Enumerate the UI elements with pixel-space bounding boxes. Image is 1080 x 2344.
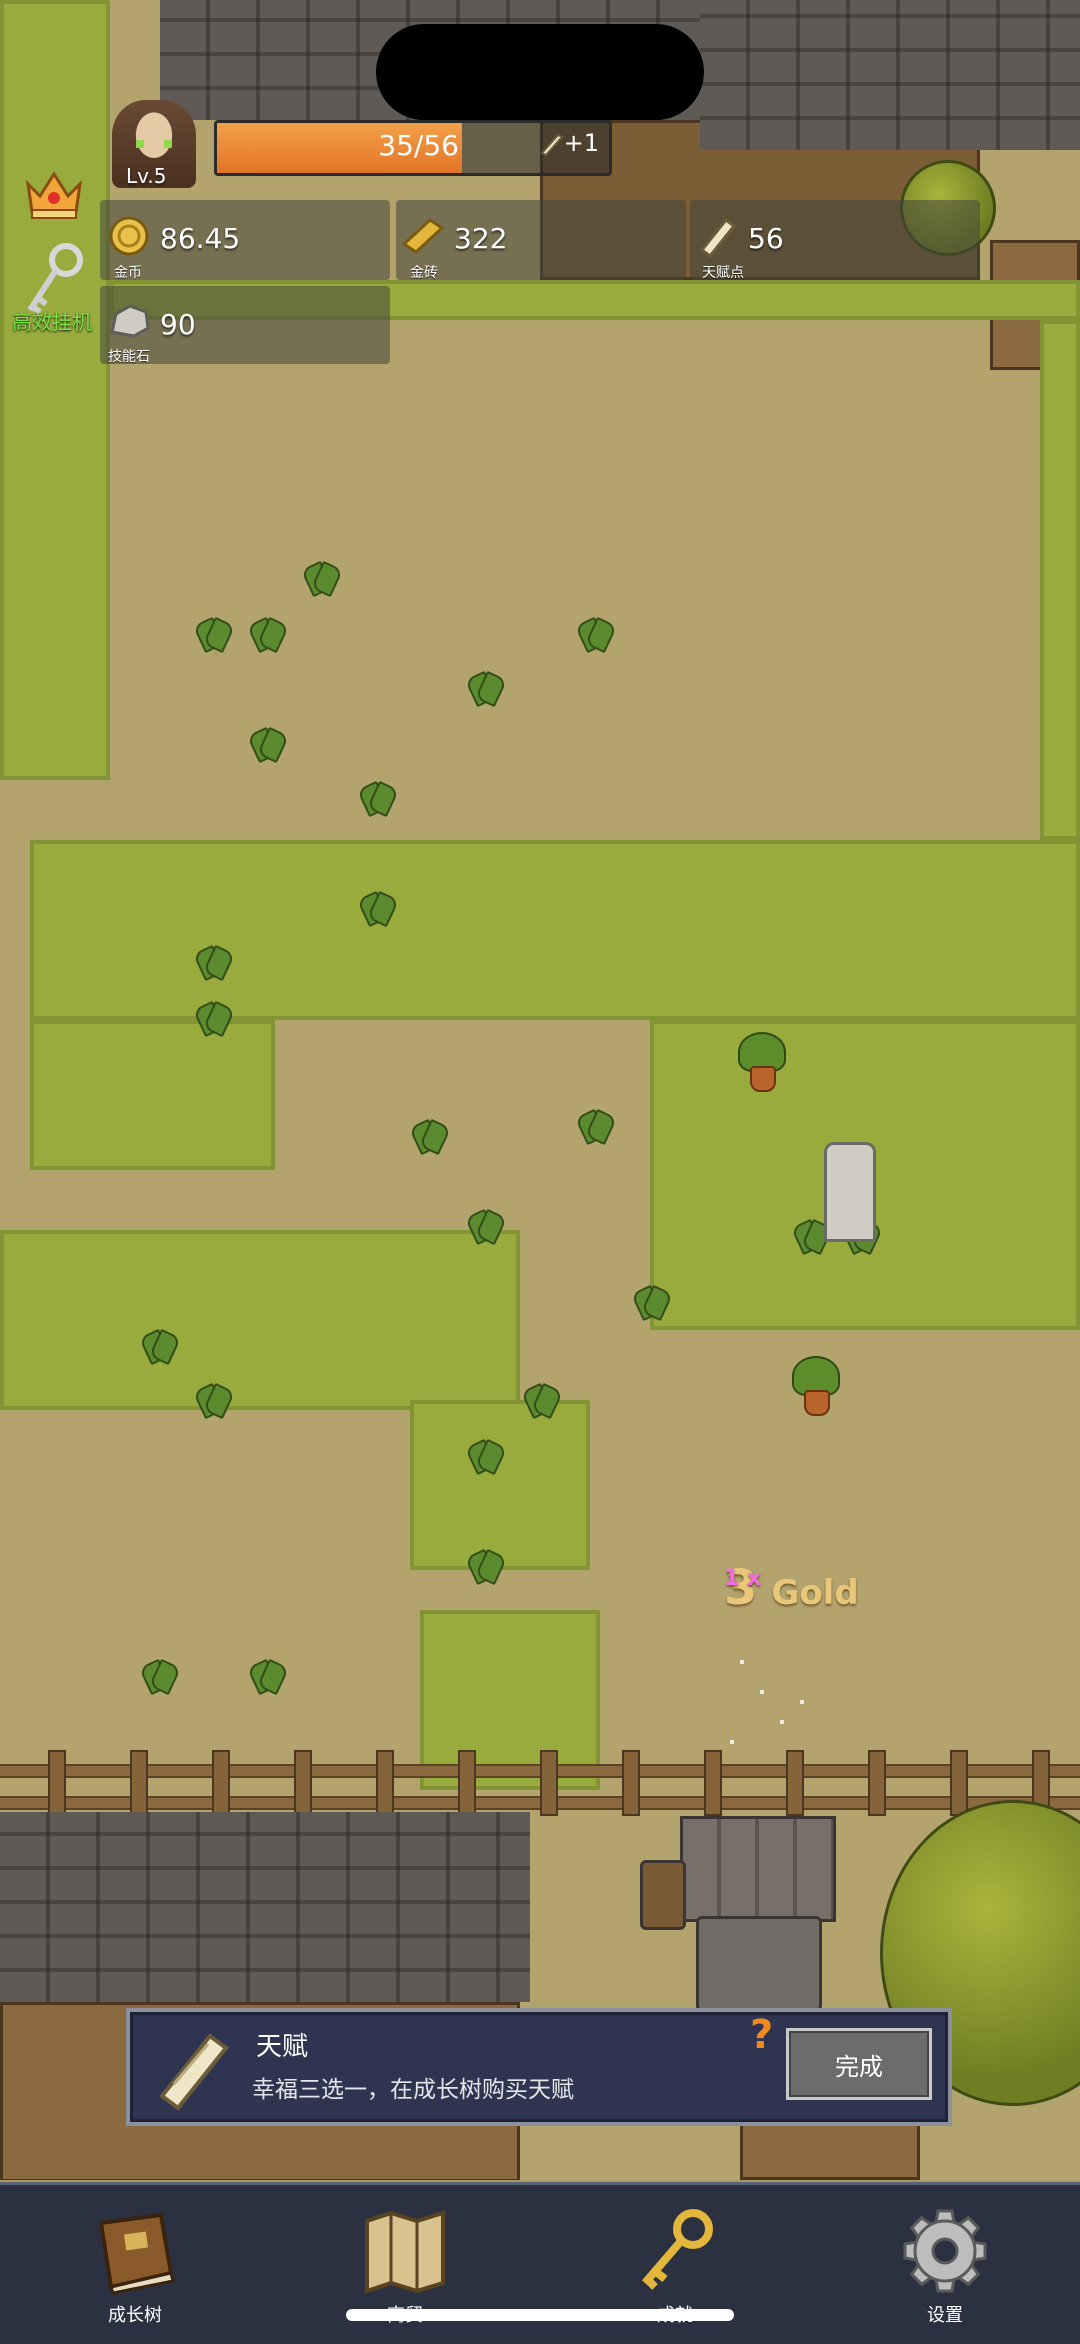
gold-unit: Gold <box>771 1573 859 1613</box>
gold-multiplier: 1 x <box>724 1566 762 1591</box>
sparkle <box>740 1660 744 1664</box>
sparkle <box>780 1720 784 1724</box>
crop-ripe[interactable] <box>784 1356 844 1416</box>
stamina-bonus: +1 <box>538 129 599 157</box>
bottom-left-roof <box>0 1812 530 2002</box>
home-indicator[interactable] <box>346 2309 734 2321</box>
gold-bar-icon <box>401 218 445 254</box>
fence-post <box>868 1750 886 1816</box>
gold-bar-caption: 金砖 <box>410 265 438 281</box>
book-icon <box>98 2212 175 2295</box>
resource-gold-coin[interactable]: 86.45 金币 <box>100 200 390 281</box>
grass-lower-left <box>0 1230 520 1410</box>
quest-title: 天赋 <box>256 2032 309 2062</box>
well[interactable] <box>696 1916 822 2012</box>
fence-post <box>540 1750 558 1816</box>
nav-growth-tree-label: 成长树 <box>108 2305 162 2326</box>
quest-help-icon[interactable]: ? <box>750 2012 773 2058</box>
map-icon <box>365 2210 445 2294</box>
sprout[interactable] <box>138 1656 182 1696</box>
sprout[interactable] <box>138 1326 182 1366</box>
quest-description: 幸福三选一，在成长树购买天赋 <box>252 2077 574 2103</box>
grass-middle-band <box>30 840 1080 1020</box>
sprout[interactable] <box>246 1656 290 1696</box>
sprout[interactable] <box>356 778 400 818</box>
key-icon <box>641 2209 713 2290</box>
fence-post <box>48 1750 66 1816</box>
resource-talent-points[interactable]: 56 天赋点 <box>690 200 980 281</box>
sprout[interactable] <box>464 1436 508 1476</box>
talent-points-value: 56 <box>748 222 784 255</box>
hp-bar: 35/56 +1 <box>214 120 612 176</box>
auto-idle-label: 高效挂机 <box>12 310 92 334</box>
fence-post <box>130 1750 148 1816</box>
gold-bar-value: 322 <box>454 222 508 255</box>
gold-coin-icon <box>109 216 149 256</box>
sprout[interactable] <box>300 558 344 598</box>
grass-bottom-center <box>420 1610 600 1790</box>
sprout[interactable] <box>464 668 508 708</box>
grass-left-strip <box>0 0 110 780</box>
well-roof <box>680 1816 836 1922</box>
sparkle <box>800 1700 804 1704</box>
player-level: Lv.5 <box>126 164 167 188</box>
fence-post <box>458 1750 476 1816</box>
skill-stone-value: 90 <box>160 308 196 341</box>
talent-scroll-icon <box>159 2033 229 2111</box>
top-right-roof <box>700 0 1080 150</box>
gold-coin-value: 86.45 <box>160 222 241 255</box>
cart <box>740 2120 920 2180</box>
nav-settings[interactable]: 设置 <box>810 2185 1080 2344</box>
sprout[interactable] <box>574 1106 618 1146</box>
fence-post <box>376 1750 394 1816</box>
quest-complete-button[interactable]: 完成 <box>786 2028 932 2100</box>
quill-icon <box>539 133 564 157</box>
fence-post <box>294 1750 312 1816</box>
nav-growth-tree[interactable]: 成长树 <box>0 2185 270 2344</box>
sparkle <box>730 1740 734 1744</box>
sprout[interactable] <box>574 614 618 654</box>
grass-lower-center <box>410 1400 590 1570</box>
sprout[interactable] <box>464 1206 508 1246</box>
quest-panel: 天赋 幸福三选一，在成长树购买天赋 ? 完成 <box>126 2008 952 2126</box>
sprout[interactable] <box>356 888 400 928</box>
water-bucket[interactable] <box>640 1860 686 1930</box>
grass-right-strip <box>1040 320 1080 840</box>
sprout[interactable] <box>192 942 236 982</box>
resource-skill-stone[interactable]: 90 技能石 <box>100 286 390 365</box>
stone-tablet[interactable] <box>824 1142 876 1242</box>
fence-post <box>622 1750 640 1816</box>
fence-post <box>786 1750 804 1816</box>
sparkle <box>760 1690 764 1694</box>
sprout[interactable] <box>192 998 236 1038</box>
grass-left-block <box>30 1020 275 1170</box>
sprout[interactable] <box>192 1380 236 1420</box>
gold-coin-caption: 金币 <box>114 265 142 281</box>
vip-crown-icon[interactable] <box>22 166 86 222</box>
fence-post <box>704 1750 722 1816</box>
sprout[interactable] <box>408 1116 452 1156</box>
sprout[interactable] <box>464 1546 508 1586</box>
resource-gold-bar[interactable]: 322 金砖 <box>396 200 686 281</box>
skill-stone-icon <box>110 304 150 338</box>
sprout[interactable] <box>192 614 236 654</box>
fence-post <box>950 1750 968 1816</box>
hp-text: 35/56 <box>378 129 459 162</box>
fence-post <box>212 1750 230 1816</box>
crop-ripe[interactable] <box>730 1032 790 1092</box>
sprout[interactable] <box>246 614 290 654</box>
sprout[interactable] <box>520 1380 564 1420</box>
gold-gain-popup: 1 x 3 Gold <box>724 1560 859 1616</box>
sprout[interactable] <box>630 1282 674 1322</box>
sprout[interactable] <box>246 724 290 764</box>
nav-settings-label: 设置 <box>927 2305 963 2326</box>
skill-stone-caption: 技能石 <box>108 349 150 365</box>
gear-icon <box>903 2209 987 2293</box>
camera-notch <box>376 24 704 120</box>
talent-scroll-icon <box>699 217 737 258</box>
talent-points-caption: 天赋点 <box>702 265 744 281</box>
auto-idle-button[interactable]: 高效挂机 <box>10 242 100 334</box>
